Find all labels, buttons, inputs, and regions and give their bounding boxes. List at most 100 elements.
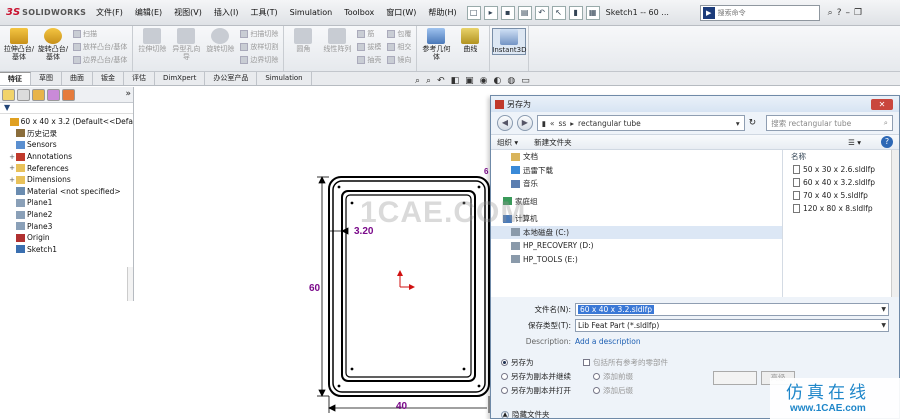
property-manager-tab-icon[interactable]	[17, 89, 30, 101]
nav-item[interactable]: 音乐	[491, 177, 782, 191]
linear-pattern-button[interactable]: 线性阵列	[320, 28, 354, 53]
print-icon[interactable]: ▤	[517, 5, 532, 20]
tab-surfaces[interactable]: 曲面	[62, 72, 93, 85]
include-references-checkbox[interactable]: 包括所有参考的零部件	[583, 357, 713, 368]
organize-button[interactable]: 组织 ▾	[497, 137, 518, 148]
menu-toolbox[interactable]: Toolbox	[338, 4, 380, 22]
select-arrow-icon[interactable]: ↖	[551, 5, 566, 20]
tree-filter[interactable]: ▼	[0, 103, 133, 114]
menu-simulation[interactable]: Simulation	[284, 4, 339, 22]
extrude-cut-button[interactable]: 拉伸切除	[135, 28, 169, 53]
hide-show-icon[interactable]: ◐	[494, 76, 502, 86]
rebuild-icon[interactable]: ▮	[568, 5, 583, 20]
new-document-icon[interactable]: □	[466, 5, 481, 20]
sweep-cut-button[interactable]: 扫描切除	[240, 29, 278, 39]
nav-item[interactable]: 本地磁盘 (C:)	[491, 225, 782, 239]
menu-edit[interactable]: 编辑(E)	[129, 4, 168, 22]
tree-item[interactable]: + Dimensions	[2, 174, 133, 186]
intersect-button[interactable]: 相交	[387, 42, 411, 52]
undo-icon[interactable]: ↶	[534, 5, 549, 20]
chevron-down-icon[interactable]: ▼	[881, 322, 888, 329]
command-search-input[interactable]: ▶ 搜索命令	[699, 4, 820, 21]
file-list-scrollbar[interactable]	[891, 150, 899, 297]
tree-item[interactable]: Plane2	[2, 209, 133, 221]
breadcrumb-ss[interactable]: ss	[558, 119, 566, 128]
forward-button[interactable]: ▶	[516, 115, 533, 131]
tab-dimxpert[interactable]: DimXpert	[155, 72, 206, 85]
refresh-icon[interactable]: ↻	[749, 118, 757, 128]
tree-item[interactable]: 60 x 40 x 3.2 (Default<<Defa	[2, 116, 133, 128]
configuration-manager-tab-icon[interactable]	[32, 89, 45, 101]
chevron-right-icon[interactable]: »	[125, 89, 131, 100]
tab-evaluate[interactable]: 评估	[124, 72, 155, 85]
revolve-cut-button[interactable]: 旋转切除	[203, 28, 237, 53]
save-copy-open-radio[interactable]: 另存为副本并打开	[501, 385, 583, 396]
feature-tree-scrollbar[interactable]	[127, 267, 133, 301]
tab-simulation[interactable]: Simulation	[257, 72, 312, 85]
dimxpert-manager-tab-icon[interactable]	[47, 89, 60, 101]
tree-item[interactable]: + References	[2, 162, 133, 174]
close-button[interactable]: ✕	[871, 98, 893, 110]
shell-button[interactable]: 抽壳	[357, 55, 381, 65]
menu-window[interactable]: 窗口(W)	[380, 4, 422, 22]
tree-item[interactable]: Origin	[2, 232, 133, 244]
save-copy-continue-radio[interactable]: 另存为副本并继续	[501, 371, 583, 382]
tree-item[interactable]: Sketch1	[2, 244, 133, 256]
file-item[interactable]: 50 x 30 x 2.6.sldlfp	[783, 163, 899, 176]
filename-input[interactable]: 60 x 40 x 3.2.sldlfp ▼	[575, 302, 889, 316]
tab-features[interactable]: 特征	[0, 72, 31, 85]
save-as-radio[interactable]: 另存为	[501, 357, 583, 368]
menu-insert[interactable]: 插入(I)	[208, 4, 245, 22]
tab-sheet-metal[interactable]: 钣金	[93, 72, 124, 85]
height-dimension[interactable]: 60	[309, 283, 320, 294]
zoom-to-fit-icon[interactable]: ⌕	[415, 76, 420, 86]
tree-item[interactable]: Sensors	[2, 139, 133, 151]
search-icon[interactable]: ⌕	[828, 8, 833, 18]
menu-tools[interactable]: 工具(T)	[244, 4, 283, 22]
fillet-button[interactable]: 圆角	[286, 28, 320, 53]
add-description-link[interactable]: Add a description	[575, 337, 641, 346]
savetype-select[interactable]: Lib Feat Part (*.sldlfp) ▼	[575, 318, 889, 332]
expand-toggle[interactable]: +	[8, 176, 16, 184]
wrap-button[interactable]: 包覆	[387, 29, 411, 39]
scene-icon[interactable]: ▭	[521, 76, 530, 86]
chevron-down-icon[interactable]: ▾	[736, 119, 744, 128]
menu-view[interactable]: 视图(V)	[168, 4, 208, 22]
reference-geometry-button[interactable]: 参考几何体	[419, 28, 453, 61]
display-manager-tab-icon[interactable]	[62, 89, 75, 101]
tree-item[interactable]: 历史记录	[2, 128, 133, 140]
nav-item[interactable]: 迅雷下载	[491, 164, 782, 178]
expand-toggle[interactable]: +	[8, 164, 16, 172]
menu-help[interactable]: 帮助(H)	[422, 4, 462, 22]
tab-office-products[interactable]: 办公室产品	[205, 72, 258, 85]
tree-item[interactable]: Plane1	[2, 197, 133, 209]
tree-item[interactable]: + Annotations	[2, 151, 133, 163]
tab-sketch[interactable]: 草图	[31, 72, 62, 85]
display-style-icon[interactable]: ◉	[480, 76, 488, 86]
new-folder-button[interactable]: 新建文件夹	[534, 137, 572, 148]
help-icon[interactable]: ?	[837, 8, 842, 18]
name-column-header[interactable]: 名称	[783, 150, 899, 163]
nav-item[interactable]: HP_TOOLS (E:)	[491, 253, 782, 267]
menu-file[interactable]: 文件(F)	[90, 4, 129, 22]
help-icon[interactable]: ?	[881, 136, 893, 148]
add-prefix-radio[interactable]: 添加前缀	[583, 371, 713, 382]
open-folder-icon[interactable]: ▸	[483, 5, 498, 20]
hole-wizard-button[interactable]: 异型孔向导	[169, 28, 203, 61]
previous-view-icon[interactable]: ↶	[437, 76, 445, 86]
file-item[interactable]: 60 x 40 x 3.2.sldlfp	[783, 176, 899, 189]
folder-search-input[interactable]: 搜索 rectangular tube ⌕	[766, 115, 893, 131]
tree-item[interactable]: Plane3	[2, 220, 133, 232]
edit-appearance-icon[interactable]: ◍	[507, 76, 515, 86]
sweep-button[interactable]: 扫描	[73, 29, 127, 39]
add-suffix-radio[interactable]: 添加后缀	[583, 385, 713, 396]
extrude-boss-button[interactable]: 拉伸凸台/基体	[2, 28, 36, 61]
feature-tree-tab-icon[interactable]	[2, 89, 15, 101]
save-icon[interactable]: ▪	[500, 5, 515, 20]
file-item[interactable]: 70 x 40 x 5.sldlfp	[783, 189, 899, 202]
address-bar[interactable]: ▮ « ss ▸ rectangular tube ▾	[536, 115, 745, 131]
loft-boss-button[interactable]: 放样凸台/基体	[73, 42, 127, 52]
curves-button[interactable]: 曲线	[453, 28, 487, 53]
file-item[interactable]: 120 x 80 x 8.sldlfp	[783, 202, 899, 215]
hide-folders-toggle[interactable]: ▲ 隐藏文件夹	[501, 409, 550, 419]
